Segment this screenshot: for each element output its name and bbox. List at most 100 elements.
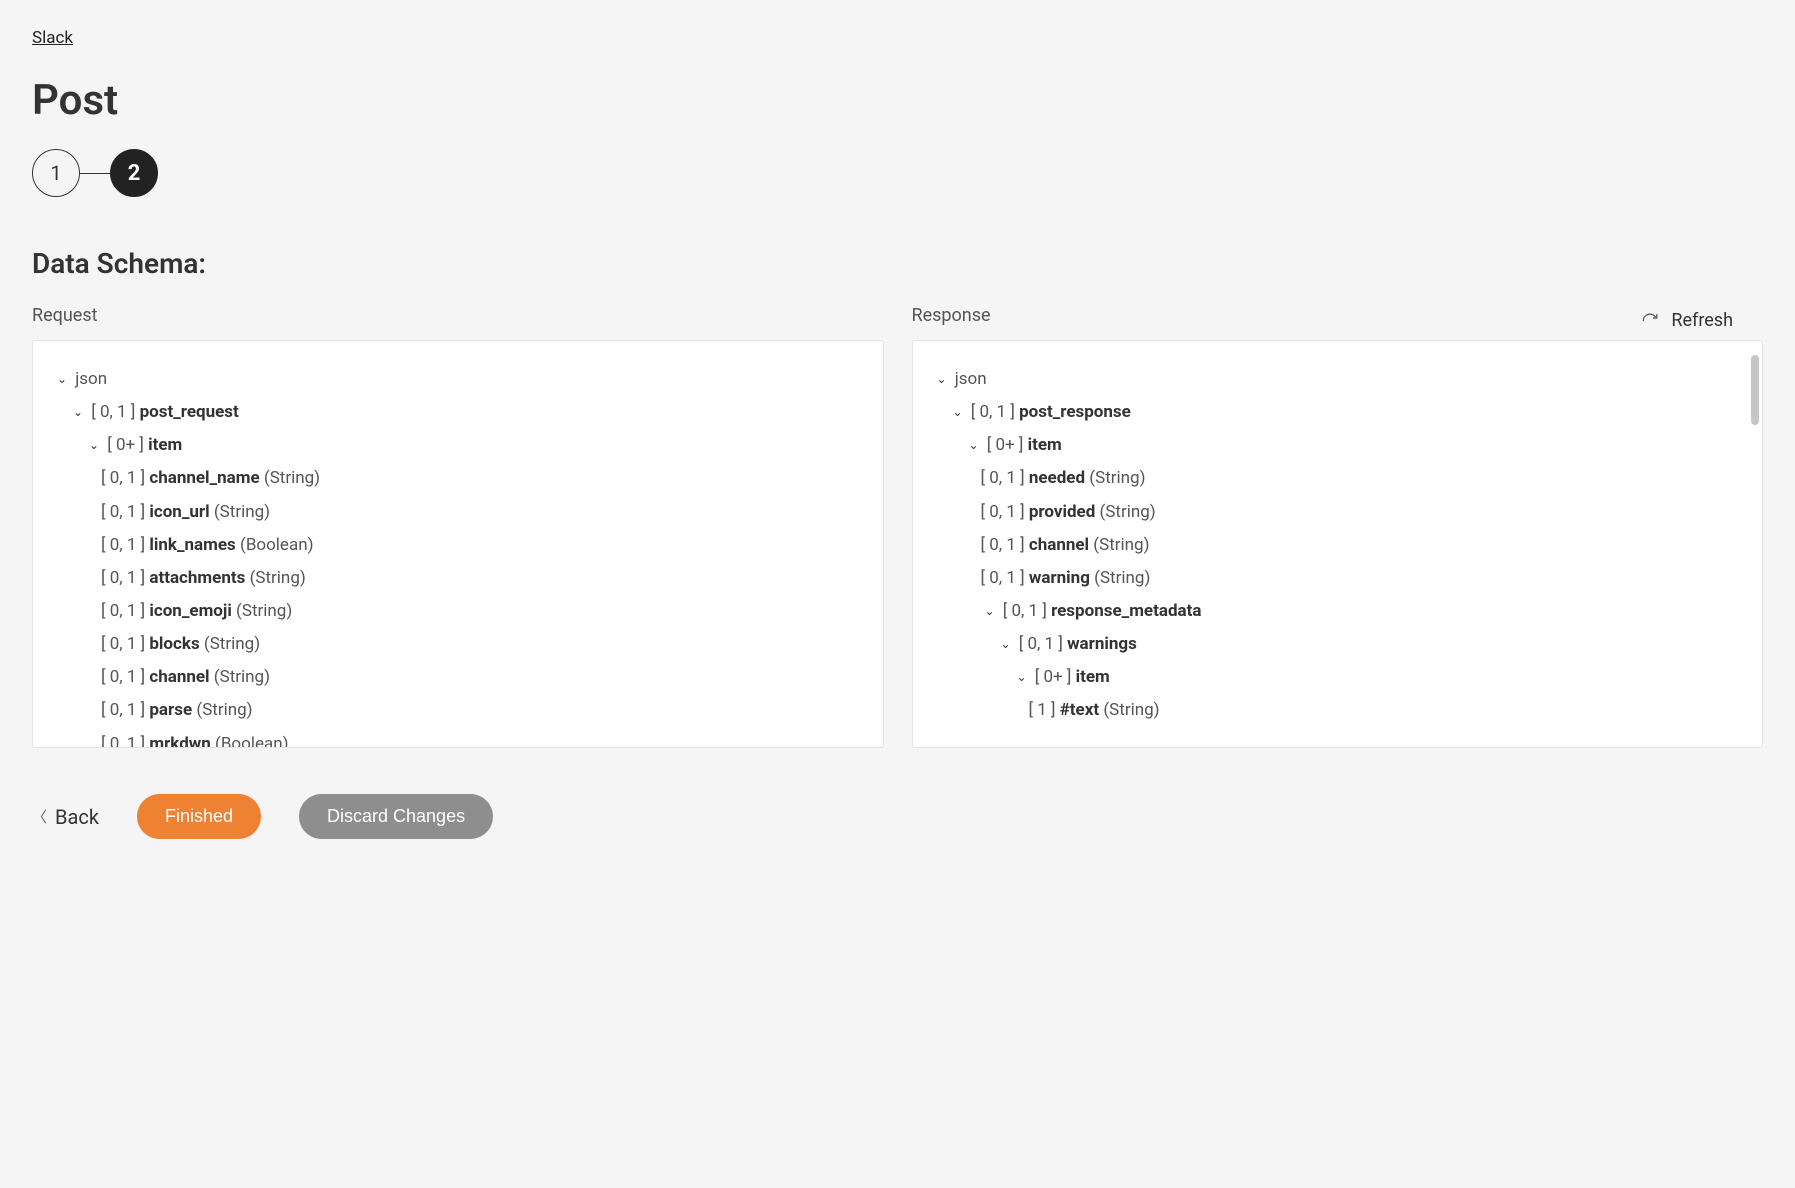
cardinality: [ 0, 1 ] [101,468,145,488]
response-post-response[interactable]: ⌄ [ 0, 1 ] post_response [949,396,1743,429]
cardinality: [ 0, 1 ] [971,402,1015,422]
request-root[interactable]: ⌄ json [53,363,863,396]
step-connector [80,173,110,174]
chevron-down-icon[interactable]: ⌄ [69,401,87,424]
tree-leaf[interactable]: [ 0, 1 ] warning (String) [981,562,1743,595]
cardinality: [ 0, 1 ] [101,502,145,522]
field-name: channel [149,667,209,687]
chevron-down-icon[interactable]: ⌄ [981,600,999,623]
request-item[interactable]: ⌄ [ 0+ ] item [85,429,863,462]
chevron-down-icon[interactable]: ⌄ [53,368,71,391]
back-button[interactable]: 〈 Back [32,805,99,829]
node-name: item [1028,435,1062,455]
field-type: (String) [1100,502,1156,522]
cardinality: [ 0, 1 ] [101,634,145,654]
cardinality: [ 0, 1 ] [101,535,145,555]
chevron-down-icon[interactable]: ⌄ [1013,666,1031,689]
response-fields: [ 0, 1 ] needed (String) [ 0, 1 ] provid… [965,462,1743,595]
field-type: (String) [250,568,306,588]
field-type: (Boolean) [215,734,289,748]
stepper: 1 2 [32,149,1763,197]
scrollbar-thumb[interactable] [1751,355,1759,425]
request-post-request[interactable]: ⌄ [ 0, 1 ] post_request [69,396,863,429]
tree-leaf[interactable]: [ 0, 1 ] provided (String) [981,496,1743,529]
step-2[interactable]: 2 [110,149,158,197]
response-panel: ⌄ json ⌄ [ 0, 1 ] post_response ⌄ [ 0+ ]… [912,340,1764,748]
node-name: item [148,435,182,455]
node-name: response_metadata [1051,601,1201,621]
response-root[interactable]: ⌄ json [933,363,1743,396]
tree-leaf[interactable]: [ 0, 1 ] needed (String) [981,462,1743,495]
field-type: (String) [196,700,252,720]
cardinality: [ 0, 1 ] [981,535,1025,555]
node-name: warnings [1067,634,1137,654]
back-label: Back [55,805,99,829]
field-name: attachments [149,568,245,588]
tree-leaf[interactable]: [ 0, 1 ] blocks (String) [101,628,863,661]
tree-leaf[interactable]: [ 0, 1 ] channel (String) [981,529,1743,562]
field-type: (String) [1093,535,1149,555]
field-name: blocks [149,634,199,654]
field-name: mrkdwn [149,734,210,748]
tree-leaf[interactable]: [ 0, 1 ] link_names (Boolean) [101,529,863,562]
cardinality: [ 0, 1 ] [981,502,1025,522]
cardinality: [ 0, 1 ] [101,734,145,748]
request-column: Request ⌄ json ⌄ [ 0, 1 ] post_request ⌄ [32,337,884,748]
field-name: link_names [149,535,235,555]
field-type: (String) [214,502,270,522]
cardinality: [ 0+ ] [1035,667,1072,687]
request-fields: [ 0, 1 ] channel_name (String) [ 0, 1 ] … [85,462,863,748]
chevron-down-icon[interactable]: ⌄ [949,401,967,424]
tree-leaf[interactable]: [ 0, 1 ] channel_name (String) [101,462,863,495]
page-title: Post [32,76,1763,125]
cardinality: [ 0, 1 ] [91,402,135,422]
finished-button[interactable]: Finished [137,794,261,839]
cardinality: [ 0, 1 ] [1003,601,1047,621]
response-label: Response [912,305,1764,326]
cardinality: [ 0, 1 ] [101,568,145,588]
chevron-down-icon[interactable]: ⌄ [85,434,103,457]
node-name: item [1076,667,1110,687]
tree-leaf[interactable]: [ 1 ] #text (String) [1029,694,1743,727]
field-name: #text [1060,700,1099,720]
field-type: (String) [1094,568,1150,588]
chevron-down-icon[interactable]: ⌄ [933,368,951,391]
chevron-down-icon[interactable]: ⌄ [997,633,1015,656]
cardinality: [ 0, 1 ] [101,667,145,687]
tree-node-label: json [955,369,987,389]
field-name: channel [1029,535,1089,555]
tree-leaf[interactable]: [ 0, 1 ] icon_emoji (String) [101,595,863,628]
response-warnings-item[interactable]: ⌄ [ 0+ ] item [1013,661,1743,694]
field-name: channel_name [149,468,259,488]
tree-leaf[interactable]: [ 0, 1 ] parse (String) [101,694,863,727]
chevron-left-icon: 〈 [32,806,47,827]
response-metadata[interactable]: ⌄ [ 0, 1 ] response_metadata [981,595,1743,628]
cardinality: [ 1 ] [1029,700,1056,720]
request-label: Request [32,305,884,326]
field-name: needed [1029,468,1085,488]
section-title: Data Schema: [32,247,1763,280]
cardinality: [ 0, 1 ] [981,568,1025,588]
field-type: (String) [236,601,292,621]
tree-node-label: json [75,369,107,389]
tree-leaf[interactable]: [ 0, 1 ] attachments (String) [101,562,863,595]
field-name: icon_emoji [149,601,231,621]
tree-leaf[interactable]: [ 0, 1 ] mrkdwn (Boolean) [101,728,863,748]
response-warnings[interactable]: ⌄ [ 0, 1 ] warnings [997,628,1743,661]
step-1[interactable]: 1 [32,149,80,197]
breadcrumb-slack[interactable]: Slack [32,28,73,48]
response-item[interactable]: ⌄ [ 0+ ] item [965,429,1743,462]
field-type: (String) [204,634,260,654]
cardinality: [ 0, 1 ] [101,601,145,621]
field-type: (String) [264,468,320,488]
tree-leaf[interactable]: [ 0, 1 ] icon_url (String) [101,496,863,529]
tree-leaf[interactable]: [ 0, 1 ] channel (String) [101,661,863,694]
discard-changes-button[interactable]: Discard Changes [299,794,493,839]
node-name: post_response [1019,402,1131,422]
node-name: post_request [140,402,239,422]
cardinality: [ 0, 1 ] [1019,634,1063,654]
field-type: (String) [1089,468,1145,488]
field-name: parse [149,700,192,720]
field-name: icon_url [149,502,209,522]
chevron-down-icon[interactable]: ⌄ [965,434,983,457]
